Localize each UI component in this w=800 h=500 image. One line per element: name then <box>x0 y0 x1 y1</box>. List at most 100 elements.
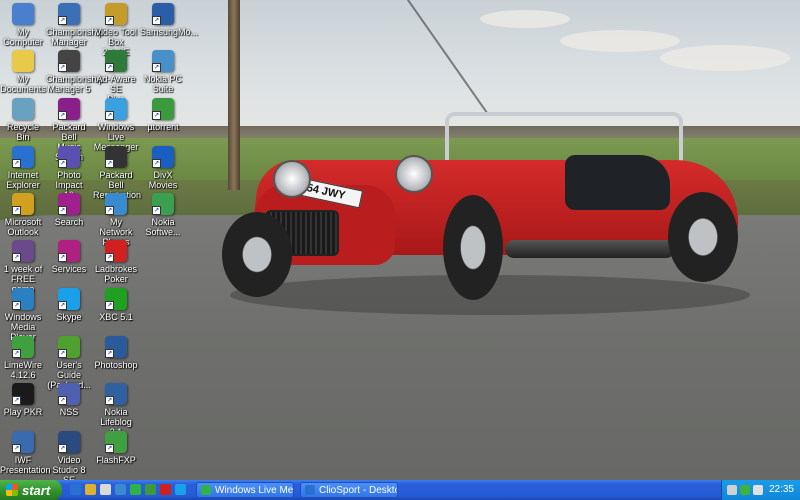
car-tonneau <box>565 155 670 210</box>
shortcut-arrow-icon: ↗ <box>105 111 114 120</box>
services-icon: ↗ <box>58 240 80 262</box>
messenger-quicklaunch-icon[interactable] <box>130 484 141 495</box>
shortcut-arrow-icon: ↗ <box>12 159 21 168</box>
shortcut-arrow-icon: ↗ <box>58 396 67 405</box>
utorrent-quicklaunch-icon[interactable] <box>145 484 156 495</box>
desktop-icon[interactable]: ↗Windows Media Player <box>0 288 46 342</box>
desktop-icon[interactable]: ↗ Microsoft Outlook <box>0 193 46 237</box>
desktop-icon[interactable]: ↗ µtorrent <box>140 98 186 132</box>
headlamp-left <box>273 160 311 198</box>
browser-task-icon <box>305 485 315 495</box>
desktop-icon[interactable]: ↗ LimeWire 4.12.6 <box>0 336 46 380</box>
taskbar-button[interactable]: Windows Live Messen... <box>196 482 294 498</box>
outlook-quicklaunch-icon[interactable] <box>85 484 96 495</box>
shortcut-arrow-icon: ↗ <box>58 111 67 120</box>
desktop-icon-label: Nokia PC Suite <box>143 74 182 94</box>
start-label: start <box>22 482 51 498</box>
music-station-icon: ↗ <box>58 98 80 120</box>
desktop-icon-label: SamsungMo... <box>140 27 199 37</box>
tray-security-icon[interactable] <box>740 485 750 495</box>
desktop-icon[interactable]: ↗ IWF Presentation <box>0 431 51 475</box>
desktop-icon[interactable]: ↗ Play PKR <box>0 383 46 417</box>
desktop-icon[interactable]: My Computer <box>0 3 46 47</box>
taskbar-button[interactable]: ClioSport - Desktop B... <box>300 482 398 498</box>
shortcut-arrow-icon: ↗ <box>58 16 67 25</box>
desktop-icon[interactable]: ↗User's Guide (Packard... <box>46 336 92 390</box>
start-button[interactable]: start <box>0 480 62 500</box>
desktop-icon[interactable]: ↗Packard Bell Registration <box>93 146 141 200</box>
registration-icon: ↗ <box>105 146 127 168</box>
shortcut-arrow-icon: ↗ <box>58 63 67 72</box>
desktop-icon[interactable]: ↗ Photoshop <box>93 336 139 370</box>
tray-network-icon[interactable] <box>727 485 737 495</box>
desktop-icon-label: Play PKR <box>3 407 43 417</box>
desktop-icon-label: Microsoft Outlook <box>4 217 42 237</box>
clock[interactable]: 22:35 <box>769 484 794 495</box>
desktop-icon[interactable]: ↗Video Tool Box 2.0 SE <box>93 3 139 57</box>
desktop-icon[interactable]: ↗ Nokia Softwe... <box>140 193 186 237</box>
desktop-icon[interactable]: ↗ Championship Manager 5 <box>46 50 104 94</box>
media-quicklaunch-icon[interactable] <box>115 484 126 495</box>
desktop-icon[interactable]: ↗ NSS <box>46 383 92 417</box>
system-tray: 22:35 <box>721 480 800 500</box>
shortcut-arrow-icon: ↗ <box>12 396 21 405</box>
opera-quicklaunch-icon[interactable] <box>160 484 171 495</box>
photoshop-icon: ↗ <box>105 336 127 358</box>
outlook-icon: ↗ <box>12 193 34 215</box>
desktop-icon[interactable]: ↗ Nokia PC Suite <box>140 50 186 94</box>
nokia-suite-icon: ↗ <box>152 50 174 72</box>
desktop-icon[interactable]: ↗ XBC 5.1 <box>93 288 139 322</box>
shortcut-arrow-icon: ↗ <box>105 159 114 168</box>
desktop-icon-label: My Documents <box>0 74 46 94</box>
desktop-icon[interactable]: ↗ Services <box>46 240 92 274</box>
shortcut-arrow-icon: ↗ <box>105 16 114 25</box>
desktop-icon[interactable]: ↗ Internet Explorer <box>0 146 46 190</box>
lifeblog-icon: ↗ <box>105 383 127 405</box>
limewire-icon: ↗ <box>12 336 34 358</box>
shortcut-arrow-icon: ↗ <box>105 63 114 72</box>
desktop-icon[interactable]: ↗Championship Manager 0... <box>46 3 104 57</box>
shortcut-arrow-icon: ↗ <box>152 16 161 25</box>
messenger-task-icon <box>201 485 211 495</box>
desktop-icon[interactable]: ↗Video Studio 8 SE <box>46 431 92 485</box>
desktop-icon[interactable]: ↗My Network Places <box>93 193 139 247</box>
desktop-icon[interactable]: ↗ DivX Movies <box>140 146 186 190</box>
ie-icon: ↗ <box>12 146 34 168</box>
wheel-rear <box>668 192 738 282</box>
computer-icon <box>12 3 34 25</box>
ie-quicklaunch-icon[interactable] <box>70 484 81 495</box>
shortcut-arrow-icon: ↗ <box>105 396 114 405</box>
desktop-icon[interactable]: Recycle Bin <box>0 98 46 142</box>
telegraph-pole <box>228 0 240 190</box>
desktop-icon-label: Photoshop <box>94 360 138 370</box>
tray-volume-icon[interactable] <box>753 485 763 495</box>
desktop-icon[interactable]: ↗ Ladbrokes Poker <box>93 240 139 284</box>
desktop-icon[interactable]: ↗Photo Impact 10 <box>46 146 92 200</box>
samsung-icon: ↗ <box>152 3 174 25</box>
shortcut-arrow-icon: ↗ <box>12 301 21 310</box>
folder-icon <box>12 50 34 72</box>
shortcut-arrow-icon: ↗ <box>152 63 161 72</box>
shortcut-arrow-icon: ↗ <box>58 349 67 358</box>
desktop-icon[interactable]: ↗Windows Live Messenger <box>93 98 139 152</box>
desktop-icon[interactable]: ↗ Skype <box>46 288 92 322</box>
desktop-icon[interactable]: ↗ Search <box>46 193 92 227</box>
desktop-icon[interactable]: ↗Ad-Aware SE Plus <box>93 50 139 104</box>
desktop-icon[interactable]: ↗1 week of FREE game <box>0 240 46 294</box>
desktop-quicklaunch-icon[interactable] <box>100 484 111 495</box>
pkr-icon: ↗ <box>12 383 34 405</box>
desktop-icon-label: XBC 5.1 <box>99 312 133 322</box>
desktop-icon[interactable]: ↗ FlashFXP <box>93 431 139 465</box>
desktop-icon-label: Services <box>51 264 87 274</box>
desktop-icon[interactable]: ↗ SamsungMo... <box>140 3 199 37</box>
skype-icon: ↗ <box>58 288 80 310</box>
skype-quicklaunch-icon[interactable] <box>175 484 186 495</box>
desktop-icon-label: LimeWire 4.12.6 <box>3 360 42 380</box>
shortcut-arrow-icon: ↗ <box>58 253 67 262</box>
desktop-icon-label: Recycle Bin <box>6 122 39 142</box>
video-toolbox-icon: ↗ <box>105 3 127 25</box>
desktop-icon-label: Nokia Softwe... <box>145 217 181 237</box>
desktop-icon[interactable]: My Documents <box>0 50 46 94</box>
media-player-icon: ↗ <box>12 288 34 310</box>
desktop-icon[interactable]: ↗Nokia Lifeblog 2.1 <box>93 383 139 437</box>
